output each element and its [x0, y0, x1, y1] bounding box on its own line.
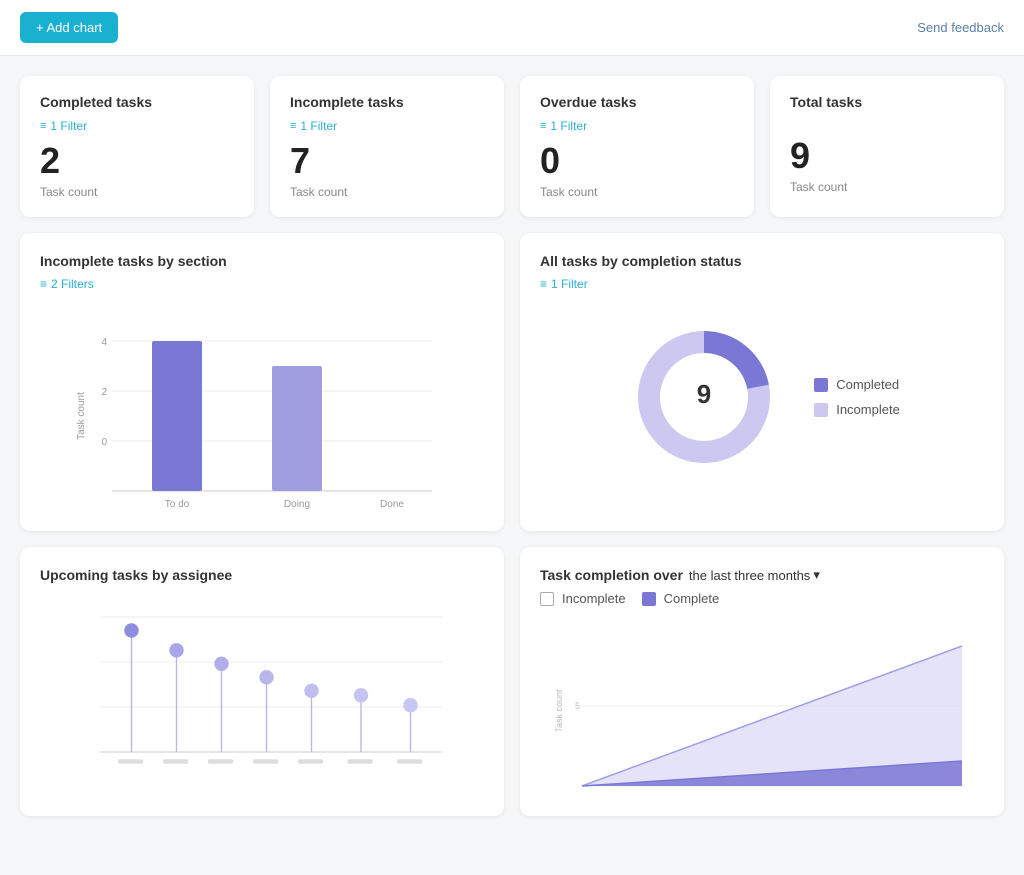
line-chart-title: Task completion over — [540, 567, 683, 583]
svg-text:Task count: Task count — [76, 392, 87, 440]
completion-legend: Incomplete Complete — [540, 591, 984, 606]
middle-row: Incomplete tasks by section ≡ 2 Filters … — [20, 233, 1004, 531]
svg-text:Task count: Task count — [554, 689, 564, 733]
bar-chart-svg: Task count 4 2 0 To do — [40, 311, 484, 511]
bottom-row: Upcoming tasks by assignee — [20, 547, 1004, 816]
bar-chart-title: Incomplete tasks by section — [40, 253, 484, 269]
svg-text:5: 5 — [575, 701, 580, 711]
stat-filter-1[interactable]: ≡ 1 Filter — [290, 119, 337, 133]
filter-icon-0: ≡ — [40, 120, 46, 132]
legend-complete-line: Complete — [642, 591, 720, 606]
bar-chart-filter-label: 2 Filters — [51, 277, 94, 291]
stat-number-3: 9 — [790, 138, 984, 174]
legend-completed: Completed — [814, 377, 900, 392]
donut-chart-title: All tasks by completion status — [540, 253, 984, 269]
stat-title-1: Incomplete tasks — [290, 94, 484, 110]
stat-title-0: Completed tasks — [40, 94, 234, 110]
lollipop-area — [40, 599, 484, 779]
donut-chart-filter[interactable]: ≡ 1 Filter — [540, 277, 588, 291]
filter-icon-2: ≡ — [540, 120, 546, 132]
filter-icon-1: ≡ — [290, 120, 296, 132]
stat-card-3: Total tasks 9 Task count — [770, 76, 1004, 217]
line-chart-area: Task count 5 — [540, 616, 984, 796]
svg-text:2: 2 — [101, 387, 107, 398]
top-bar: + Add chart Send feedback — [0, 0, 1024, 56]
time-period-label: the last three months — [689, 568, 810, 583]
stat-sub-2: Task count — [540, 185, 734, 199]
svg-text:Done: Done — [380, 499, 404, 510]
stat-title-3: Total tasks — [790, 94, 984, 110]
stat-number-2: 0 — [540, 143, 734, 179]
legend-incomplete-line: Incomplete — [540, 591, 626, 606]
donut-svg: 9 — [624, 317, 784, 477]
donut-chart-filter-label: 1 Filter — [551, 277, 588, 291]
incomplete-dot — [814, 403, 828, 417]
legend-incomplete: Incomplete — [814, 402, 900, 417]
lollipop-card: Upcoming tasks by assignee — [20, 547, 504, 816]
incomplete-check-icon — [540, 592, 554, 606]
filter-icon-2: ≡ — [540, 277, 547, 291]
svg-text:To do: To do — [165, 499, 190, 510]
bar-chart-card: Incomplete tasks by section ≡ 2 Filters … — [20, 233, 504, 531]
stat-filter-2[interactable]: ≡ 1 Filter — [540, 119, 587, 133]
completed-dot — [814, 378, 828, 392]
stat-number-0: 2 — [40, 143, 234, 179]
svg-text:9: 9 — [697, 379, 711, 409]
lollipop-title: Upcoming tasks by assignee — [40, 567, 484, 583]
incomplete-label: Incomplete — [836, 402, 900, 417]
dashboard: Completed tasks ≡ 1 Filter 2 Task count … — [0, 56, 1024, 836]
stat-sub-1: Task count — [290, 185, 484, 199]
bar-chart-filter[interactable]: ≡ 2 Filters — [40, 277, 94, 291]
add-chart-button[interactable]: + Add chart — [20, 12, 118, 43]
stat-card-2: Overdue tasks ≡ 1 Filter 0 Task count — [520, 76, 754, 217]
lollipop-svg — [40, 599, 484, 779]
stat-cards-row: Completed tasks ≡ 1 Filter 2 Task count … — [20, 76, 1004, 217]
donut-svg-container: 9 — [624, 317, 784, 477]
svg-text:Doing: Doing — [284, 499, 310, 510]
incomplete-line-label: Incomplete — [562, 591, 626, 606]
time-period-dropdown[interactable]: the last three months ▾ — [689, 567, 820, 583]
stat-sub-0: Task count — [40, 185, 234, 199]
chevron-down-icon: ▾ — [813, 567, 820, 583]
bar-chart-area: Task count 4 2 0 To do — [40, 311, 484, 511]
complete-box-icon — [642, 592, 656, 606]
stat-number-1: 7 — [290, 143, 484, 179]
filter-icon: ≡ — [40, 277, 47, 291]
completed-label: Completed — [836, 377, 899, 392]
stat-card-1: Incomplete tasks ≡ 1 Filter 7 Task count — [270, 76, 504, 217]
complete-line-label: Complete — [664, 591, 720, 606]
stat-sub-3: Task count — [790, 180, 984, 194]
stat-title-2: Overdue tasks — [540, 94, 734, 110]
line-chart-svg: Task count 5 — [540, 616, 984, 796]
donut-legend: Completed Incomplete — [814, 377, 900, 417]
donut-chart-card: All tasks by completion status ≡ 1 Filte… — [520, 233, 1004, 531]
svg-text:4: 4 — [101, 337, 107, 348]
donut-area: 9 Completed Incomplete — [540, 317, 984, 477]
stat-card-0: Completed tasks ≡ 1 Filter 2 Task count — [20, 76, 254, 217]
send-feedback-link[interactable]: Send feedback — [917, 20, 1004, 35]
completion-header: Task completion over the last three mont… — [540, 567, 984, 583]
line-chart-card: Task completion over the last three mont… — [520, 547, 1004, 816]
svg-text:0: 0 — [101, 437, 107, 448]
stat-filter-0[interactable]: ≡ 1 Filter — [40, 119, 87, 133]
